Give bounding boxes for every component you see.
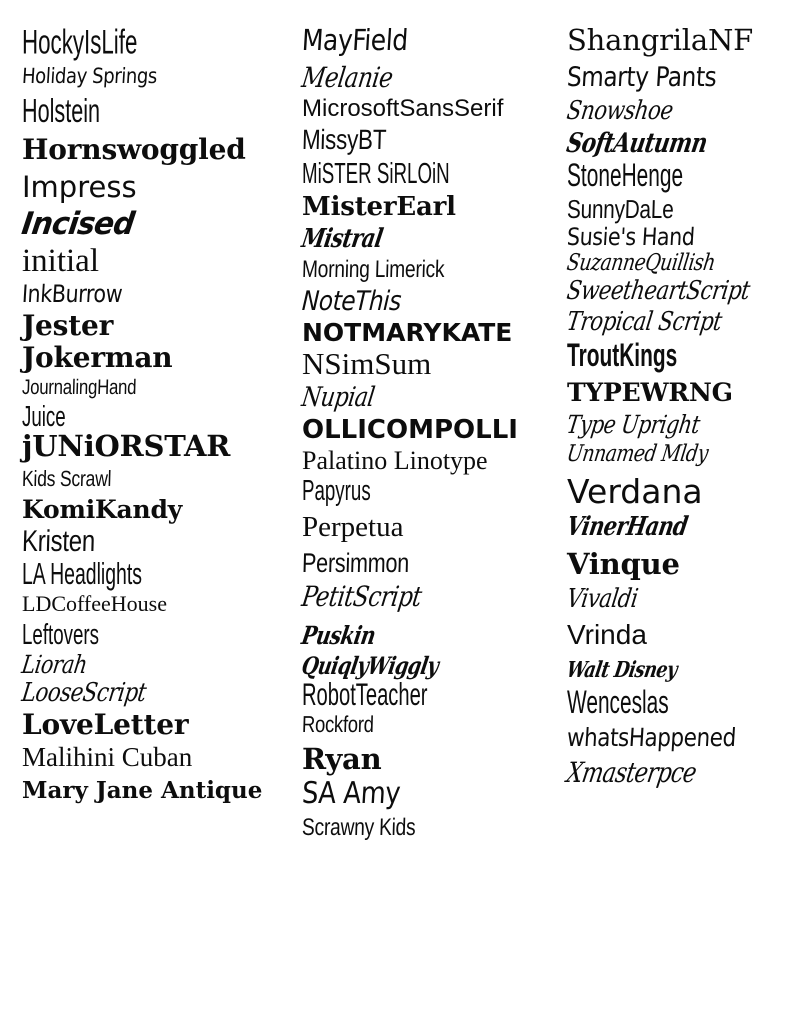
font-sample-item: SuzanneQuillish xyxy=(565,250,717,276)
font-sample-item: Impress xyxy=(22,170,137,204)
font-sample-item: Kids Scrawl xyxy=(21,466,112,491)
font-sample-item: Hornswoggled xyxy=(22,133,246,166)
font-sample-item: LA Headlights xyxy=(22,557,142,591)
font-sample-item: InkBurrow xyxy=(21,280,124,308)
font-sample-item: Rockford xyxy=(301,711,375,737)
font-sample-item: LooseScript xyxy=(19,678,148,708)
font-sample-item: Vrinda xyxy=(567,619,647,650)
font-column-2: MayField Melanie MicrosoftSansSerif MissyBT… xyxy=(290,14,555,841)
font-sample-item: Unnamed Mldy xyxy=(565,441,710,467)
font-sample-item: MiSTER SiRLOiN xyxy=(302,156,450,190)
font-sample-item: Scrawny Kids xyxy=(301,814,416,841)
font-sample-item: jUNiORSTAR xyxy=(22,429,231,463)
font-sample-item: Nupial xyxy=(299,382,377,413)
font-sample-item: Vivaldi xyxy=(564,584,640,614)
font-sample-item: Jester xyxy=(22,309,114,342)
font-sample-item: Verdana xyxy=(567,472,703,511)
font-sample-item: Smarty Pants xyxy=(566,62,718,93)
font-sample-item: Xmasterpce xyxy=(564,756,699,789)
font-sample-item: Puskin xyxy=(299,621,378,650)
font-sample-item: VinerHand xyxy=(564,512,690,542)
font-sample-item: JournalingHand xyxy=(21,376,137,399)
font-sample-item: PetitScript xyxy=(299,580,424,613)
font-sample-item: Holstein xyxy=(22,92,101,130)
font-sample-item: OLLICOMPOLLI xyxy=(302,415,518,445)
font-sample-item: NSimSum xyxy=(302,346,432,381)
font-sample-item: NOTMARYKATE xyxy=(302,318,513,347)
font-sample-item: TroutKings xyxy=(567,338,678,374)
font-sample-item: Vinque xyxy=(567,547,680,581)
font-sample-item: Mary Jane Antique xyxy=(22,777,263,804)
font-column-1: HockyIsLife Holiday Springs Holstein Hornsw… xyxy=(0,14,290,802)
font-sample-item: MayField xyxy=(301,23,409,57)
font-sample-item: Palatino Linotype xyxy=(302,446,488,475)
font-sample-item: Mistral xyxy=(299,224,385,254)
font-sample-item: Kristen xyxy=(21,525,96,558)
font-sample-item: Juice xyxy=(22,399,66,433)
font-sample-item: Snowshoe xyxy=(564,96,675,126)
font-sample-item: SunnyDaLe xyxy=(566,194,674,224)
font-sample-item: Wenceslas xyxy=(567,685,669,721)
font-sample-item: Type Upright xyxy=(564,410,702,439)
font-sample-item: LoveLetter xyxy=(22,708,189,741)
font-sample-item: Incised xyxy=(19,206,137,242)
font-sample-item: Papyrus xyxy=(302,473,371,507)
font-sample-item: SA Amy xyxy=(300,776,402,811)
font-sample-item: SweetheartScript xyxy=(564,276,752,306)
font-sample-item: Walt Disney xyxy=(564,657,679,683)
font-sample-item: whatsHappened xyxy=(566,723,737,752)
font-sample-item: initial xyxy=(22,243,99,279)
font-sample-item: MissyBT xyxy=(301,124,387,155)
font-sample-item: LDCoffeeHouse xyxy=(22,591,167,616)
font-sample-item: HockyIsLife xyxy=(22,21,138,62)
font-sample-item: Susie's Hand xyxy=(566,223,696,251)
font-sample-item: QuiqlyWiggly xyxy=(299,651,441,680)
font-sample-item: Morning Limerick xyxy=(301,256,445,283)
font-sample-item: ShangrilaNF xyxy=(567,23,754,57)
font-sample-item: Leftovers xyxy=(22,617,100,651)
font-sample-item: Holiday Springs xyxy=(21,64,158,88)
font-sample-item: Liorah xyxy=(19,650,89,679)
font-sample-item: MicrosoftSansSerif xyxy=(302,95,504,122)
font-sample-sheet: HockyIsLife Holiday Springs Holstein Hornsw… xyxy=(0,0,800,1035)
font-sample-item: StoneHenge xyxy=(567,158,684,194)
font-sample-item: Melanie xyxy=(299,61,395,94)
font-sample-item: Tropical Script xyxy=(564,307,724,337)
font-sample-item: Perpetua xyxy=(302,511,404,543)
font-sample-item: Malihini Cuban xyxy=(22,742,193,772)
font-sample-item: TYPEWRNG xyxy=(567,378,733,407)
font-sample-item: NoteThis xyxy=(301,286,402,317)
font-sample-item: MisterEarl xyxy=(302,192,456,222)
font-sample-item: Ryan xyxy=(302,742,382,776)
font-sample-item: Persimmon xyxy=(301,548,410,578)
font-sample-item: Jokerman xyxy=(22,341,173,374)
font-sample-item: SoftAutumn xyxy=(564,128,710,159)
font-column-3: ShangrilaNF Smarty Pants Snowshoe SoftAutum… xyxy=(555,14,800,790)
font-sample-item: KomiKandy xyxy=(22,495,183,524)
font-sample-item: RobotTeacher xyxy=(302,677,428,712)
